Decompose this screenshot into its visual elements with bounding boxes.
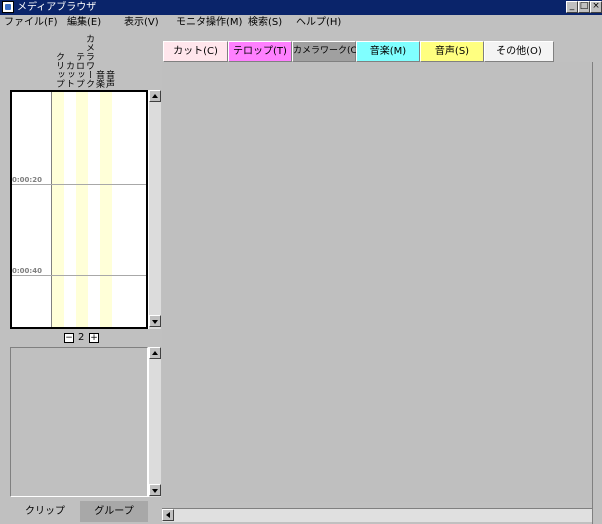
title-bar: メディアブラウザ _ □ × [0, 0, 602, 15]
column-label-clip: クリップ [54, 52, 64, 88]
column-label-telop: テロップ [74, 52, 84, 88]
column-label-voice: 音声 [104, 70, 114, 88]
scroll-down-icon[interactable] [149, 315, 161, 327]
timeline-track-clip[interactable] [52, 92, 64, 327]
tab-music[interactable]: 音楽(M) [356, 41, 420, 62]
timeline-scrollbar[interactable] [148, 90, 161, 329]
clip-list-scrollbar[interactable] [148, 347, 161, 497]
tab-group[interactable]: グループ [80, 501, 148, 522]
menu-help[interactable]: ヘルプ(H) [296, 17, 341, 29]
scroll-up-icon[interactable] [149, 90, 161, 102]
timeline-gridline [12, 275, 146, 276]
menu-bar: ファイル(F) 編集(E) 表示(V) モニタ操作(M) 検索(S) ヘルプ(H… [0, 15, 602, 31]
timeline-column-labels: クリップ カット テロップ カメラワーク 音楽 音声 [54, 34, 154, 88]
column-label-music: 音楽 [94, 70, 104, 88]
timeline-panel[interactable]: 0:00:20 0:00:40 [10, 90, 148, 329]
timeline-track-camerawork[interactable] [88, 92, 100, 327]
menu-monitor[interactable]: モニタ操作(M) [176, 17, 242, 29]
time-label: 0:00:40 [12, 267, 42, 275]
zoom-level: 2 [78, 332, 85, 343]
app-icon[interactable] [2, 1, 14, 13]
timeline-track-voice[interactable] [112, 92, 124, 327]
clip-list[interactable] [10, 347, 148, 497]
menu-edit[interactable]: 編集(E) [67, 17, 101, 29]
scroll-down-icon[interactable] [149, 484, 161, 496]
tab-other[interactable]: その他(O) [484, 41, 554, 62]
timeline-gridline [12, 184, 146, 185]
zoom-out-button[interactable]: − [64, 333, 74, 343]
right-scrollbar[interactable] [592, 62, 602, 524]
timeline-track-telop[interactable] [76, 92, 88, 327]
timeline-track-cut[interactable] [64, 92, 76, 327]
scroll-left-icon[interactable] [162, 509, 174, 521]
tab-cut[interactable]: カット(C) [163, 41, 228, 62]
close-icon[interactable]: × [590, 1, 602, 13]
main-horizontal-scrollbar[interactable] [162, 508, 592, 522]
timeline-divider [51, 92, 52, 327]
tab-clip[interactable]: クリップ [10, 501, 80, 522]
zoom-in-button[interactable]: + [89, 333, 99, 343]
maximize-icon[interactable]: □ [578, 1, 590, 13]
menu-file[interactable]: ファイル(F) [4, 17, 58, 29]
minimize-icon[interactable]: _ [566, 1, 578, 13]
tab-camerawork[interactable]: カメラワーク(Ca) [292, 41, 366, 62]
main-content-area[interactable] [162, 62, 592, 502]
scroll-up-icon[interactable] [149, 347, 161, 359]
menu-view[interactable]: 表示(V) [124, 17, 159, 29]
window-title: メディアブラウザ [17, 2, 97, 13]
tab-telop[interactable]: テロップ(T) [228, 41, 292, 62]
tab-voice[interactable]: 音声(S) [420, 41, 484, 62]
menu-search[interactable]: 検索(S) [248, 17, 282, 29]
timeline-track-music[interactable] [100, 92, 112, 327]
time-label: 0:00:20 [12, 176, 42, 184]
column-label-camerawork: カメラワーク [84, 34, 94, 88]
column-label-cut: カット [64, 61, 74, 88]
